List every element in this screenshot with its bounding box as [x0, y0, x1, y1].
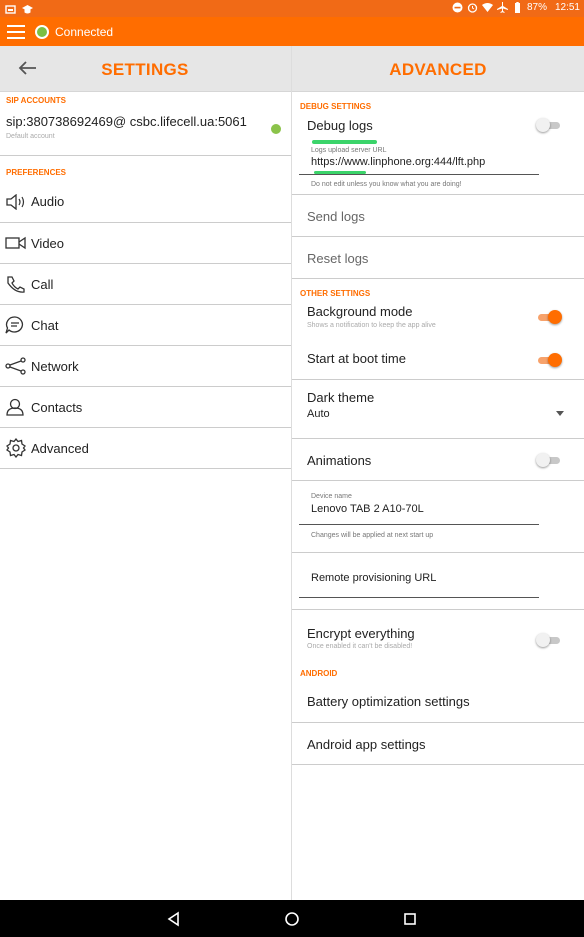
- background-mode-toggle[interactable]: [536, 310, 562, 324]
- preferences-label: PREFERENCES: [6, 168, 67, 177]
- advanced-pane: ADVANCED DEBUG SETTINGS Debug logs Logs …: [292, 46, 584, 900]
- clock: 12:51: [554, 2, 580, 13]
- sip-account-status-icon: [271, 124, 281, 134]
- debug-logs-toggle[interactable]: [536, 118, 562, 132]
- back-nav-icon[interactable]: [164, 909, 184, 929]
- background-mode-row[interactable]: Background mode Shows a notification to …: [292, 300, 584, 340]
- graduation-cap-icon: [22, 2, 33, 14]
- menu-item-video[interactable]: Video: [0, 223, 291, 264]
- menu-item-chat[interactable]: Chat: [0, 305, 291, 346]
- menu-item-call[interactable]: Call: [0, 264, 291, 305]
- send-logs-row[interactable]: Send logs: [292, 195, 584, 237]
- sip-accounts-label: SIP ACCOUNTS: [6, 96, 67, 105]
- reset-logs-label: Reset logs: [307, 251, 369, 266]
- settings-pane: SETTINGS SIP ACCOUNTS sip:380738692469@ …: [0, 46, 291, 900]
- device-name-underline: [299, 511, 539, 525]
- remote-provisioning-underline: [299, 578, 539, 598]
- battery-icon: [512, 2, 523, 13]
- debug-logs-row[interactable]: Debug logs: [292, 111, 584, 147]
- logs-url-label: Logs upload server URL: [311, 147, 387, 154]
- navigation-bar: [0, 900, 584, 937]
- menu-item-contacts[interactable]: Contacts: [0, 387, 291, 428]
- menu-item-label: Network: [31, 358, 79, 374]
- status-bar: 87% 12:51: [0, 0, 584, 17]
- other-settings-label: OTHER SETTINGS: [300, 289, 371, 298]
- debug-settings-label: DEBUG SETTINGS: [300, 102, 372, 111]
- menu-item-label: Chat: [31, 317, 59, 333]
- menu-item-label: Video: [31, 235, 65, 251]
- back-arrow-icon[interactable]: [16, 56, 40, 80]
- menu-item-label: Audio: [31, 194, 65, 209]
- menu-item-network[interactable]: Network: [0, 346, 291, 387]
- advanced-header: ADVANCED: [292, 46, 584, 92]
- device-name-label: Device name: [311, 493, 352, 500]
- recents-nav-icon[interactable]: [400, 909, 420, 929]
- dark-theme-value: Auto: [307, 408, 330, 420]
- start-at-boot-row[interactable]: Start at boot time: [292, 340, 584, 380]
- connection-status-text: Connected: [55, 24, 114, 39]
- screenshot-icon: [5, 2, 16, 14]
- chat-icon: [5, 316, 31, 334]
- menu-item-label: Advanced: [31, 440, 89, 456]
- debug-logs-label: Debug logs: [307, 118, 373, 133]
- advanced-title: ADVANCED: [389, 60, 487, 79]
- animations-label: Animations: [307, 453, 372, 468]
- device-name-row: Device name Lenovo TAB 2 A10-70L Changes…: [292, 480, 584, 553]
- gear-icon: [5, 438, 31, 458]
- animations-row[interactable]: Animations: [292, 439, 584, 480]
- encrypt-row[interactable]: Encrypt everything Once enabled it can't…: [292, 610, 584, 664]
- settings-title: SETTINGS: [101, 60, 189, 79]
- reset-logs-row[interactable]: Reset logs: [292, 237, 584, 279]
- send-logs-label: Send logs: [307, 209, 365, 224]
- sip-account-subtitle: Default account: [6, 133, 55, 140]
- logs-url-underline: [299, 163, 539, 175]
- menu-item-label: Call: [31, 276, 54, 292]
- android-label: ANDROID: [300, 669, 338, 678]
- menu-item-audio[interactable]: Audio: [0, 181, 291, 223]
- contacts-icon: [5, 398, 31, 416]
- menu-item-advanced[interactable]: Advanced: [0, 428, 291, 469]
- call-icon: [5, 275, 31, 293]
- alarm-icon: [467, 2, 478, 13]
- wifi-icon: [481, 2, 493, 13]
- dark-theme-row[interactable]: Dark theme Auto: [292, 380, 584, 439]
- menu-item-label: Contacts: [31, 399, 83, 415]
- battery-percent: 87%: [526, 2, 547, 13]
- encrypt-toggle[interactable]: [536, 633, 562, 647]
- background-mode-description: Shows a notification to keep the app ali…: [307, 322, 436, 329]
- device-name-helper: Changes will be applied at next start up: [311, 532, 434, 539]
- redaction-mark: [312, 140, 377, 144]
- encrypt-description: Once enabled it can't be disabled!: [307, 643, 413, 650]
- sip-account-address: sip:380738692469@ csbc.lifecell.ua:5061: [6, 114, 247, 129]
- battery-optimization-row[interactable]: Battery optimization settings: [292, 681, 584, 723]
- logs-url-helper: Do not edit unless you know what you are…: [311, 181, 462, 188]
- connection-status-icon: [35, 24, 49, 39]
- dark-theme-label: Dark theme: [307, 390, 375, 405]
- remote-provisioning-row[interactable]: Remote provisioning URL: [292, 553, 584, 610]
- settings-header: SETTINGS: [0, 46, 291, 92]
- start-at-boot-label: Start at boot time: [307, 351, 406, 366]
- logs-url-row: Logs upload server URL https://www.linph…: [292, 147, 584, 195]
- android-app-settings-label: Android app settings: [307, 737, 426, 752]
- menu-icon[interactable]: [7, 24, 25, 39]
- airplane-icon: [496, 2, 508, 13]
- sip-account-row[interactable]: sip:380738692469@ csbc.lifecell.ua:5061 …: [0, 106, 291, 156]
- start-at-boot-toggle[interactable]: [536, 353, 562, 367]
- chevron-down-icon: [556, 411, 564, 416]
- home-nav-icon[interactable]: [282, 909, 302, 929]
- background-mode-label: Background mode: [307, 304, 413, 319]
- animations-toggle[interactable]: [536, 453, 562, 467]
- app-bar: Connected: [0, 17, 584, 46]
- dnd-icon: [452, 2, 463, 13]
- encrypt-label: Encrypt everything: [307, 626, 415, 641]
- video-icon: [5, 235, 31, 251]
- battery-optimization-label: Battery optimization settings: [307, 694, 470, 709]
- audio-icon: [5, 193, 31, 210]
- android-app-settings-row[interactable]: Android app settings: [292, 723, 584, 765]
- network-icon: [5, 357, 31, 375]
